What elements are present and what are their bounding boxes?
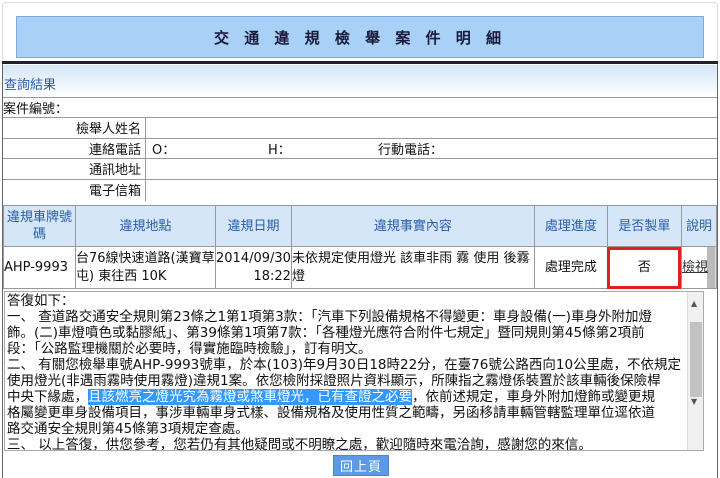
reply-line: 路交通安全規則第45條第3項規定查處。 [7, 421, 249, 437]
scroll-up-icon[interactable]: ▲ [691, 296, 697, 312]
table-header-row: 違規車牌號碼 違規地點 違規日期 違規事實內容 處理進度 是否製單 說明 [3, 205, 718, 247]
text: 中央下緣處， [7, 389, 88, 405]
location-cell: 台76線快速道路(漢寶草屯) 東往西 10K [75, 246, 216, 289]
reply-line: 中央下緣處，且該燃亮之燈光究為霧燈或煞車燈光，已有查證之必要，依前述規定，車身外… [7, 389, 685, 405]
col-date: 違規日期 [215, 205, 292, 247]
email-row: 電子信箱 [3, 179, 717, 201]
col-status: 處理進度 [533, 205, 608, 247]
reply-line: 一、 查道路交通安全規則第23條之1第1項第3款：「汽車下列設備規格不得變更：車… [7, 309, 653, 325]
date-cell: 2014/09/30 18:22 [215, 246, 292, 289]
phone-office: O： [152, 143, 176, 158]
col-ticket: 是否製單 [606, 205, 682, 247]
section-header: 查詢結果 [3, 65, 717, 97]
page-title: 交 通 違 規 檢 舉 案 件 明 細 [16, 16, 704, 58]
scroll-down-icon[interactable]: ▼ [691, 394, 697, 410]
scroll-thumb[interactable] [690, 322, 702, 397]
case-number-label: 案件編號： [3, 102, 69, 117]
col-plate: 違規車牌號碼 [3, 205, 76, 247]
reply-line: 段：「公路監理機關於必要時，得實施臨時檢驗」，訂有明文。 [7, 341, 372, 357]
reply-line: 格屬變更車身設備項目，事涉車輛車身式樣、設備規格及使用性質之範疇，另函移請車輛管… [7, 405, 655, 421]
reply-line: 飾。(二)車燈噴色或黏膠紙」、第39條第1項第7款：「各種燈光應符合附件七規定」… [7, 325, 645, 341]
scrollbar[interactable]: ▲ ▼ [687, 292, 703, 450]
reporter-name-row: 檢舉人姓名 [3, 117, 717, 138]
address-row: 通訊地址 [3, 158, 717, 179]
col-note: 說明 [680, 205, 718, 247]
text: ，依前述規定，車身外附加燈飾或變更規 [412, 389, 655, 405]
name-label: 檢舉人姓名 [3, 118, 146, 138]
selected-text: 且該燃亮之燈光究為霧燈或煞車燈光，已有查證之必要 [88, 389, 412, 405]
reply-textarea[interactable]: 答復如下： 一、 查道路交通安全規則第23條之1第1項第3款：「汽車下列設備規格不… [4, 291, 704, 451]
time: 18:22 [253, 268, 291, 284]
mobile-label: 行動電話： [378, 143, 444, 158]
phone-label: 連絡電話 [3, 139, 146, 158]
back-button[interactable]: 回上頁 [333, 455, 389, 476]
reply-line: 二、 有關您檢舉車號AHP-9993號車，於本(103)年9月30日18時22分… [7, 357, 682, 373]
case-number-row: 案件編號： [3, 97, 717, 117]
reply-line: 答復如下： [7, 293, 75, 309]
ticket-cell: 否 [606, 246, 682, 289]
phone-home: H： [268, 143, 291, 158]
reply-line: 三、 以上答復，供您參考，您若仍有其他疑問或不明瞭之處，歡迎隨時來電洽詢，感謝您… [7, 437, 592, 451]
violation-table: 違規車牌號碼 違規地點 違規日期 違規事實內容 處理進度 是否製單 說明 AHP… [3, 205, 718, 289]
fact-cell: 未依規定使用燈光 該車非雨 霧 使用 後霧燈 [290, 246, 535, 289]
col-fact: 違規事實內容 [290, 205, 535, 247]
reply-line: 使用燈光(非遇雨霧時使用霧燈)違規1案。依您檢附採證照片資料顯示，所陳指之霧燈係… [7, 373, 661, 389]
col-location: 違規地點 [75, 205, 216, 247]
email-label: 電子信箱 [3, 180, 146, 201]
phone-row: 連絡電話 O： H： 行動電話： [3, 138, 717, 158]
status-cell: 處理完成 [533, 246, 608, 289]
address-label: 通訊地址 [3, 159, 146, 179]
date: 2014/09/30 [216, 250, 291, 266]
plate-cell: AHP-9993 [3, 246, 76, 289]
table-row: AHP-9993 台76線快速道路(漢寶草屯) 東往西 10K 2014/09/… [3, 246, 718, 289]
view-link[interactable]: 檢視 [682, 260, 708, 275]
